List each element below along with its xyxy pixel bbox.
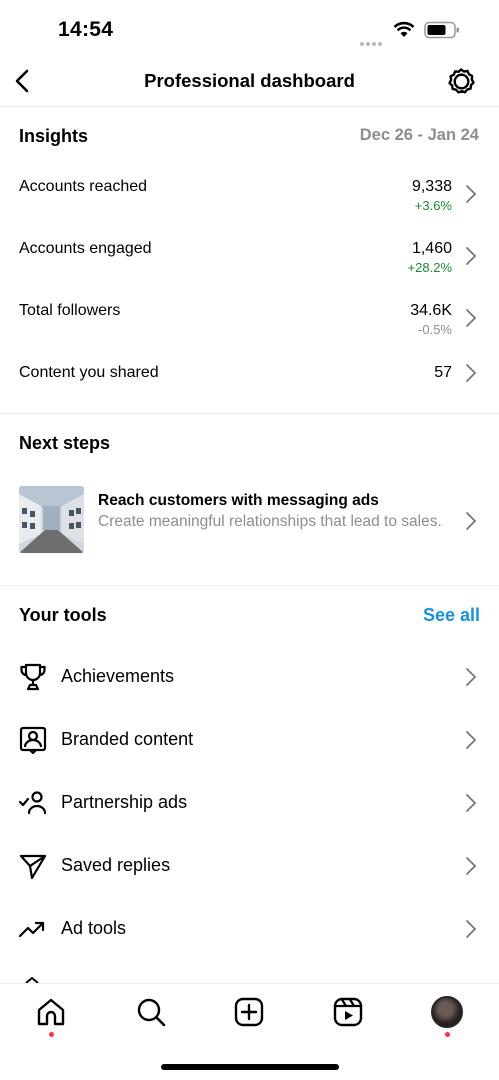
chevron-right-icon [466,309,477,327]
chevron-right-icon [466,731,477,749]
metric-accounts-reached[interactable]: Accounts reached 9,338 +3.6% [0,174,499,226]
status-bar: 14:54 [0,0,499,56]
tool-achievements[interactable]: Achievements [0,652,499,702]
metric-value: 34.6K [410,302,452,319]
branded-content-icon [19,726,47,755]
metric-change: +28.2% [407,260,452,275]
signal-icon [360,33,384,51]
home-indicator [161,1064,339,1070]
metric-label: Total followers [19,302,121,319]
reels-icon[interactable] [332,996,364,1028]
metric-value: 57 [434,364,452,381]
metric-label: Accounts reached [19,178,148,195]
chevron-right-icon [466,247,477,265]
tool-label: Partnership ads [61,792,188,812]
tool-label: Saved replies [61,855,171,875]
search-icon[interactable] [135,996,167,1028]
notification-dot [49,1032,54,1037]
profile-avatar[interactable] [431,996,463,1028]
divider [0,106,499,107]
insights-title: Insights [19,126,89,146]
wifi-icon [393,21,415,37]
tool-label: Achievements [61,666,175,686]
tool-ad-tools[interactable]: Ad tools [0,904,499,954]
chevron-right-icon [466,364,477,382]
next-step-card[interactable]: Reach customers with messaging ads Creat… [0,478,499,568]
step-description: Create meaningful relationships that lea… [98,513,442,530]
date-range[interactable]: Dec 26 - Jan 24 [360,126,479,145]
metric-change: -0.5% [418,322,452,337]
header: Professional dashboard [0,56,499,106]
tool-partnership-ads[interactable]: Partnership ads [0,778,499,828]
tool-label: Branded content [61,729,194,749]
divider [0,413,499,414]
battery-icon [424,21,459,39]
chevron-right-icon [466,185,477,203]
create-icon[interactable] [233,996,265,1028]
step-title: Reach customers with messaging ads [98,492,379,509]
metric-label: Accounts engaged [19,240,152,257]
metric-label: Content you shared [19,364,159,381]
step-thumbnail-image [19,486,84,553]
tool-saved-replies[interactable]: Saved replies [0,841,499,891]
settings-icon[interactable] [446,66,476,96]
home-icon[interactable] [35,996,67,1028]
chevron-right-icon [466,668,477,686]
metric-content-shared[interactable]: Content you shared 57 [0,360,499,412]
chevron-right-icon [466,512,477,530]
partnership-icon [18,791,47,815]
see-all-link[interactable]: See all [423,605,480,626]
metric-accounts-engaged[interactable]: Accounts engaged 1,460 +28.2% [0,236,499,288]
send-icon [19,854,47,880]
divider [0,585,499,586]
chevron-right-icon [466,920,477,938]
metric-value: 1,460 [411,240,452,257]
tool-label: Ad tools [61,918,127,938]
chevron-right-icon [466,857,477,875]
metric-total-followers[interactable]: Total followers 34.6K -0.5% [0,298,499,350]
next-steps-title: Next steps [19,433,111,453]
trophy-icon [20,663,46,691]
trending-up-icon [18,921,45,938]
page-title: Professional dashboard [144,70,355,91]
notification-dot [445,1032,450,1037]
tools-title: Your tools [19,605,107,625]
metric-change: +3.6% [414,198,452,213]
metric-value: 9,338 [411,178,452,195]
tool-branded-content[interactable]: Branded content [0,715,499,765]
status-time: 14:54 [58,18,114,41]
chevron-right-icon [466,794,477,812]
